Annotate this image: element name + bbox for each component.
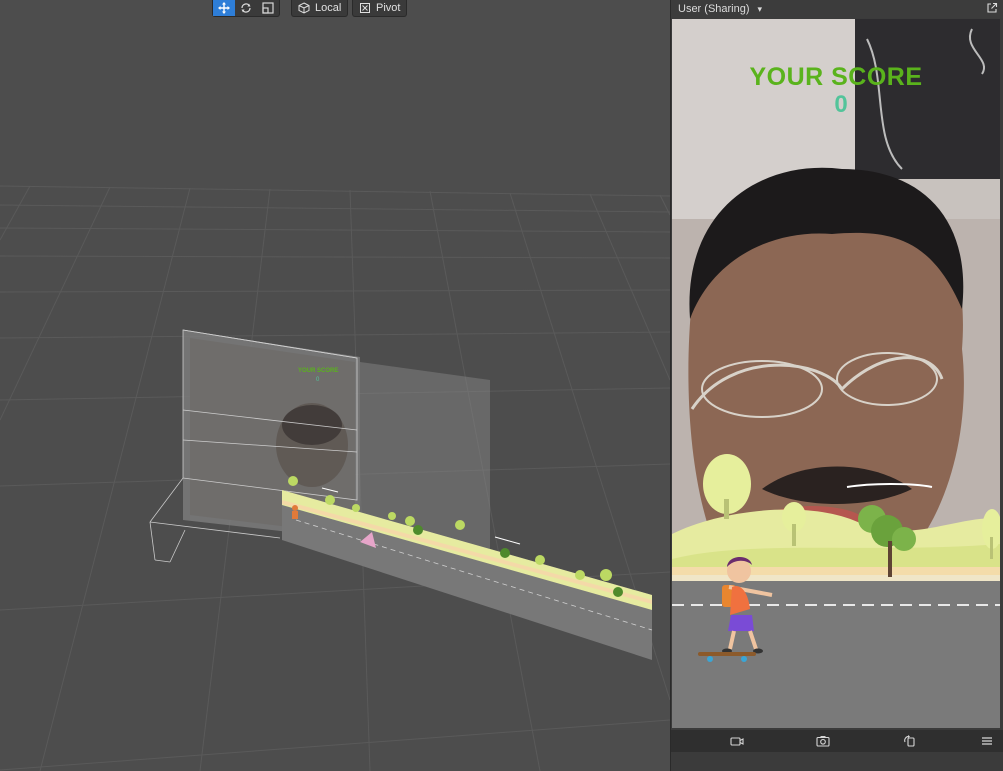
scene-grid: YOUR SCORE 0 [0,185,670,771]
space-label: Local [315,2,342,14]
scene-viewport[interactable]: YOUR SCORE 0 Local Pivot [0,0,670,771]
pivot-icon [360,3,370,13]
camera-feed [672,19,1000,728]
preview-panel: User (Sharing) ▾ YOUR SCORE 0 [670,0,1003,771]
panel-title[interactable]: User (Sharing) [678,3,750,15]
move-tool-button[interactable] [213,0,235,16]
pivot-label: Pivot [376,2,401,14]
preview-footer-toolbar [671,730,1003,752]
snapshot-icon [816,736,830,747]
game-preview[interactable]: YOUR SCORE 0 [672,19,1000,728]
menu-button[interactable] [979,733,995,749]
snapshot-button[interactable] [815,733,831,749]
menu-icon [982,737,992,745]
pivot-toggle-button[interactable]: Pivot [352,0,408,17]
external-link-icon[interactable] [986,2,998,14]
score-title: YOUR SCORE [749,63,923,91]
score-value: 0 [834,91,848,118]
rotate-icon [241,3,251,13]
move-icon [218,2,230,14]
rotate-device-button[interactable] [902,733,918,749]
camera-button[interactable] [729,733,745,749]
cube-icon [298,2,310,14]
panel-bottom-bar [671,752,1003,771]
preview-panel-header: User (Sharing) ▾ [671,0,1003,18]
rotate-tool-button[interactable] [235,0,257,16]
mini-score-title: YOUR SCORE [298,368,338,374]
rotate-device-icon [904,735,915,747]
camera-icon [730,737,744,746]
transform-toolbar [212,0,280,17]
scale-icon [262,2,274,14]
chevron-down-icon[interactable]: ▾ [758,4,763,15]
scale-tool-button[interactable] [257,0,279,16]
space-toggle-button[interactable]: Local [291,0,349,17]
